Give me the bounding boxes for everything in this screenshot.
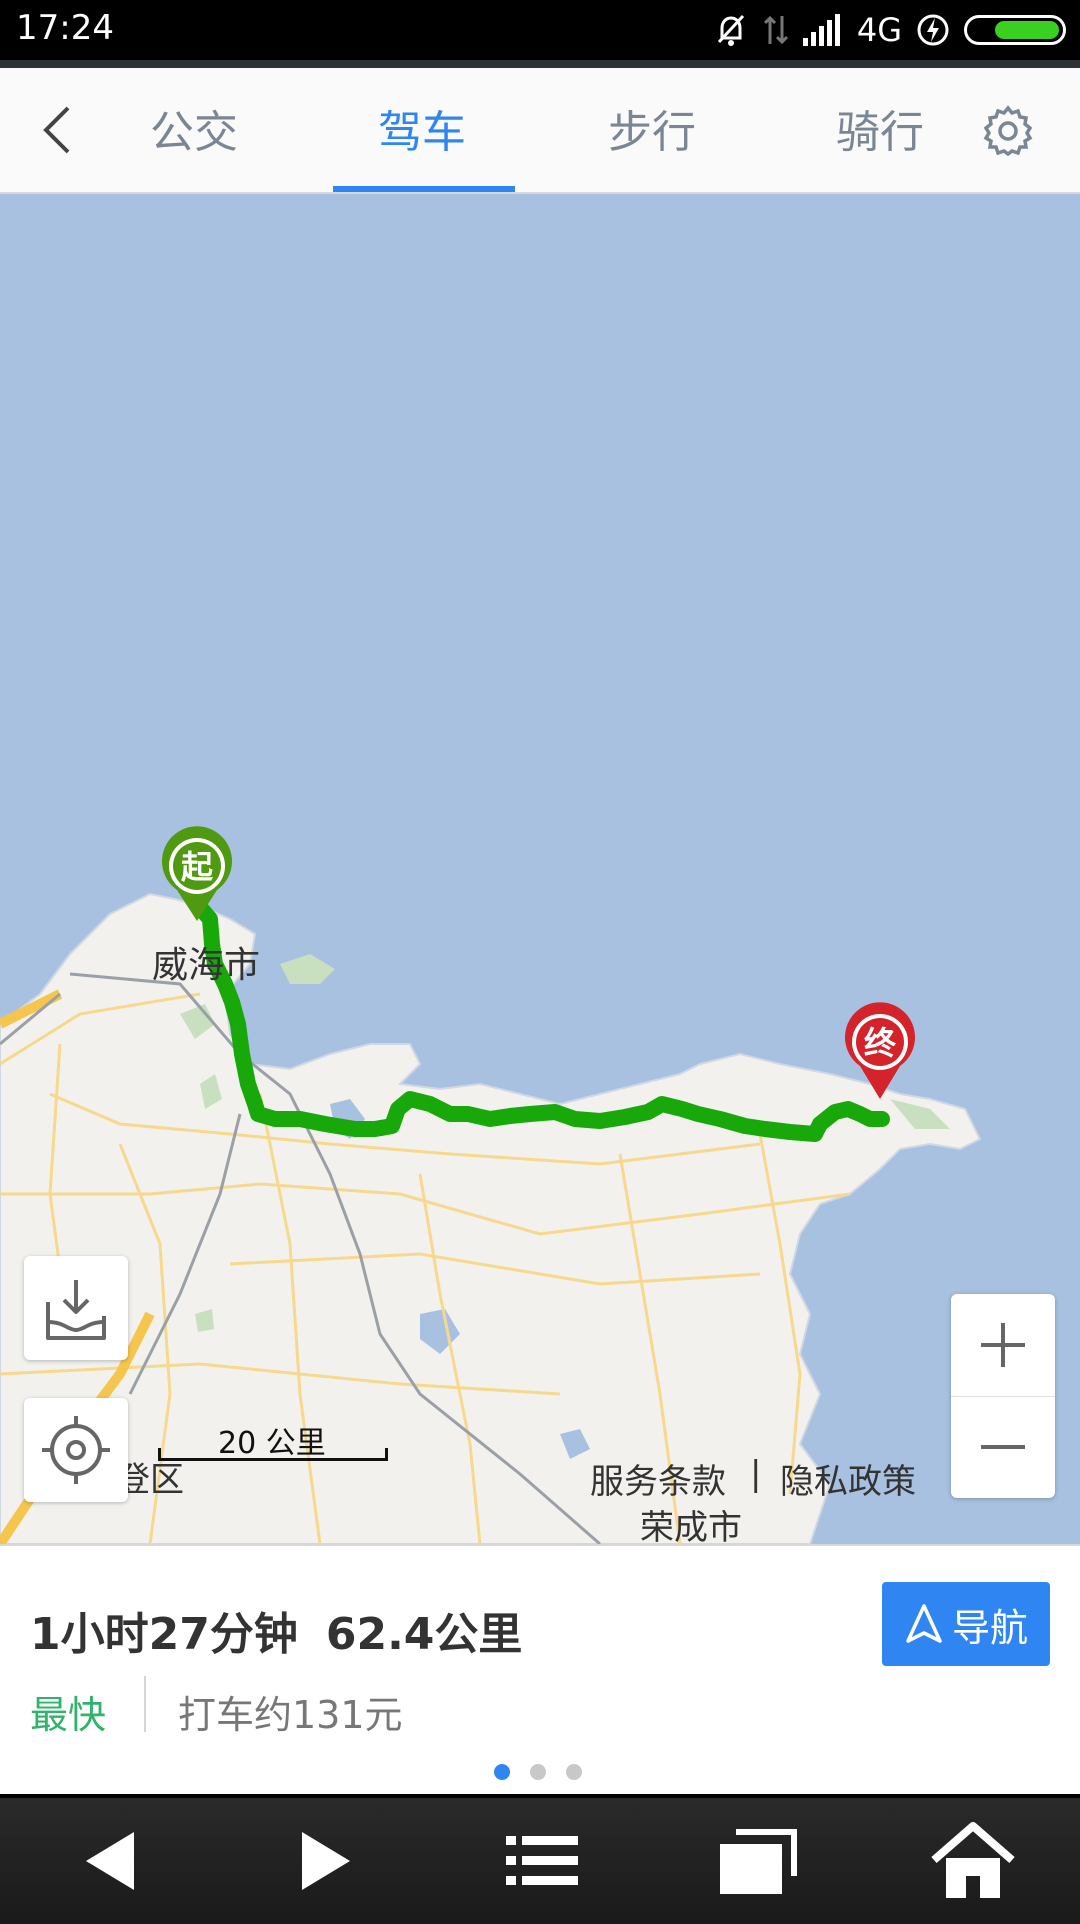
zoom-out-icon[interactable]: [951, 1396, 1055, 1498]
network-type: 4G: [856, 11, 902, 49]
mode-tab-bar: 公交 驾车 步行 骑行: [0, 68, 1080, 194]
tab-bus[interactable]: 公交: [150, 96, 238, 160]
rongcheng-label: 荣成市: [640, 1508, 742, 1544]
menu-list-icon[interactable]: [496, 1818, 586, 1904]
page-dot-2: [530, 1764, 546, 1780]
back-triangle-icon[interactable]: [64, 1818, 154, 1904]
battery-icon: [964, 15, 1066, 45]
home-icon[interactable]: [928, 1818, 1018, 1904]
offline-map-button[interactable]: [24, 1256, 128, 1360]
tab-drive[interactable]: 驾车: [378, 96, 466, 160]
charging-icon: [917, 14, 949, 46]
city-label: 威海市: [152, 945, 261, 986]
page-dot-1: [494, 1764, 510, 1780]
map-canvas[interactable]: 起 终: [0, 194, 1080, 1544]
route-duration: 1小时27分钟: [30, 1609, 298, 1660]
status-time: 17:24: [16, 8, 114, 48]
link-divider: |: [750, 1454, 762, 1494]
route-tag: 最快: [30, 1693, 107, 1737]
signal-icon: [802, 14, 840, 46]
system-nav-bar: [0, 1794, 1080, 1924]
back-icon[interactable]: [36, 102, 80, 158]
status-icons: 4G: [713, 8, 1066, 52]
scale-label: 20 公里: [218, 1426, 326, 1461]
zoom-in-icon[interactable]: [951, 1294, 1055, 1396]
download-icon: [46, 1280, 106, 1340]
locate-button[interactable]: [24, 1398, 128, 1502]
end-marker-label: 终: [864, 1024, 897, 1062]
tab-walk[interactable]: 步行: [608, 96, 696, 160]
terms-link[interactable]: 服务条款: [590, 1454, 726, 1503]
start-marker-label: 起: [181, 848, 214, 886]
navigate-label: 导航: [951, 1605, 1028, 1650]
park: [280, 954, 335, 984]
data-arrows-icon: [763, 15, 788, 45]
taxi-fare: 打车约131元: [178, 1693, 403, 1737]
route-distance: 62.4公里: [325, 1609, 523, 1660]
mute-icon: [717, 14, 744, 46]
active-tab-indicator: [333, 186, 515, 192]
zoom-control: [951, 1294, 1055, 1498]
tab-cycle[interactable]: 骑行: [836, 96, 924, 160]
page-dot-3: [566, 1764, 582, 1780]
gear-icon[interactable]: [982, 104, 1034, 156]
navigate-button[interactable]: 导航: [882, 1582, 1050, 1666]
page-indicator: [494, 1764, 582, 1780]
recent-apps-icon[interactable]: [712, 1818, 802, 1904]
route-summary-card[interactable]: 1小时27分钟 62.4公里 最快 打车约131元 导航: [0, 1544, 1080, 1796]
status-bar: 17:24 4G: [0, 0, 1080, 60]
scale-bar: 20 公里: [158, 1426, 388, 1462]
forward-triangle-icon[interactable]: [280, 1818, 370, 1904]
route-summary: 1小时27分钟 62.4公里: [30, 1598, 522, 1662]
privacy-link[interactable]: 隐私政策: [780, 1454, 916, 1503]
target-icon: [42, 1416, 110, 1484]
map-view[interactable]: 起 终 威海市 文登区 荣成市 服务条款 | 隐私政策 20 公里: [0, 194, 1080, 1544]
navigation-arrow-icon: [906, 1604, 942, 1643]
